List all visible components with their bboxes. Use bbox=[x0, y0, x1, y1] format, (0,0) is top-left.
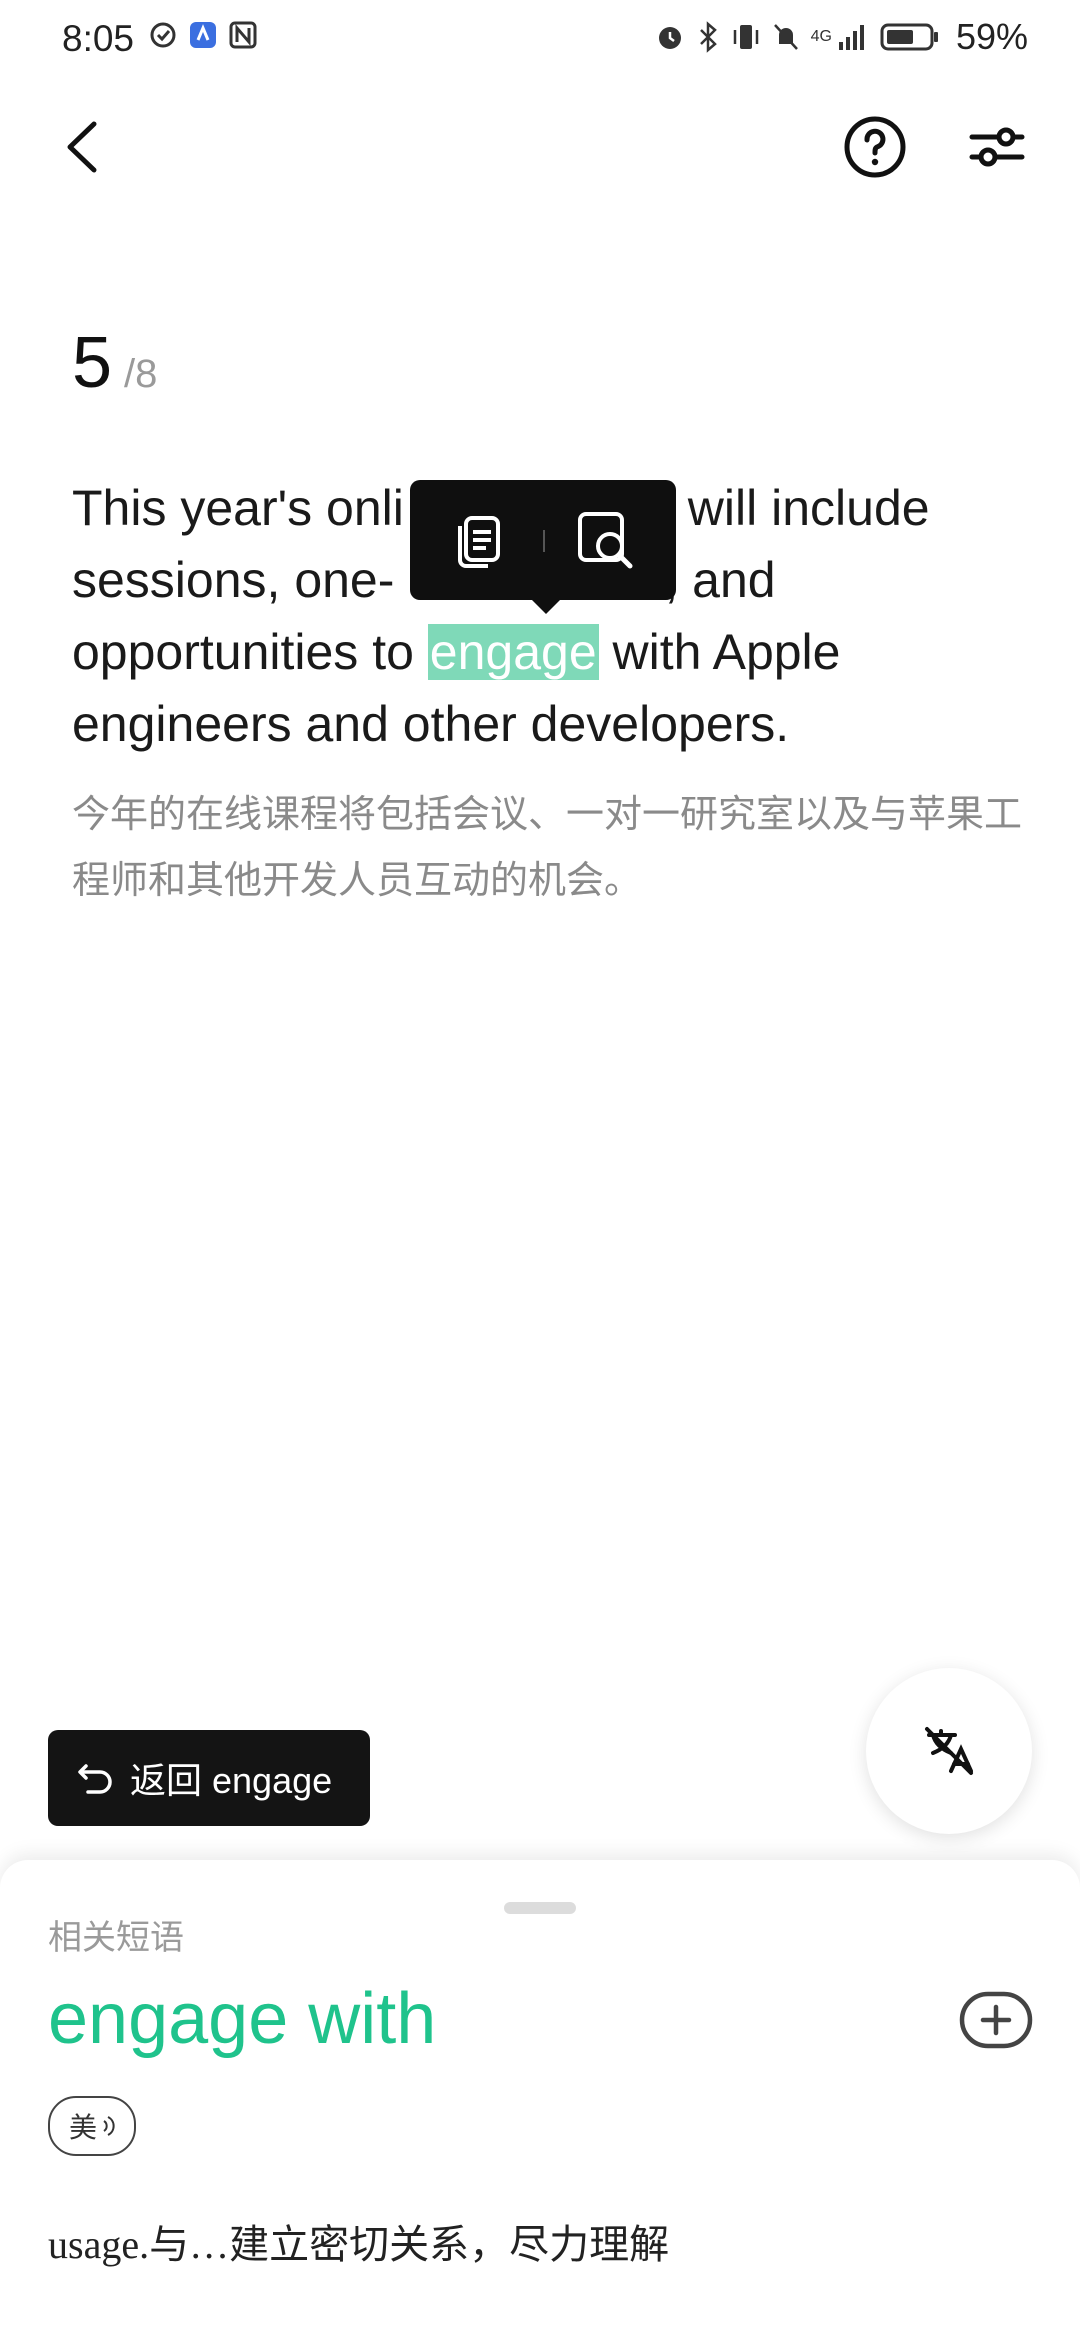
return-label: 返回 engage bbox=[130, 1760, 333, 1801]
sentence-text: opportunities to bbox=[72, 624, 428, 680]
phrase-definition: usage.与…建立密切关系，尽力理解 bbox=[48, 2222, 670, 2267]
battery-percent: 59% bbox=[955, 16, 1028, 57]
alarm-check-icon bbox=[150, 22, 176, 48]
battery-icon bbox=[880, 23, 938, 51]
copy-icon bbox=[458, 516, 500, 568]
app-badge-icon bbox=[190, 22, 216, 48]
lookup-button[interactable] bbox=[574, 508, 640, 574]
sentence-text: will include bbox=[673, 480, 930, 536]
section-label: 相关短语 bbox=[48, 1919, 184, 1957]
status-right-icons: 4G 59% bbox=[653, 16, 1028, 58]
sentence-text: , and bbox=[664, 552, 776, 608]
pronunciation-button[interactable]: 美 bbox=[48, 2096, 136, 2156]
bluetooth-icon bbox=[699, 21, 717, 53]
settings-button[interactable] bbox=[962, 112, 1032, 182]
back-button[interactable] bbox=[54, 112, 114, 182]
mute-icon bbox=[773, 24, 798, 50]
speaker-wave-icon bbox=[103, 2116, 115, 2136]
status-left-icons bbox=[148, 20, 258, 50]
phrase-title: engage with bbox=[48, 1979, 437, 2059]
toggle-translation-button[interactable] bbox=[866, 1668, 1032, 1834]
chevron-left-icon bbox=[67, 121, 97, 173]
selection-toolbar bbox=[410, 480, 676, 614]
sentence-text: sessions, one- bbox=[72, 552, 395, 608]
undo-icon bbox=[78, 1764, 112, 1794]
counter-current: 5 bbox=[72, 323, 113, 403]
pronunciation-label: 美 bbox=[68, 2112, 97, 2143]
add-to-wordbook-button[interactable] bbox=[958, 1990, 1034, 2050]
nfc-icon bbox=[229, 21, 257, 49]
sentence-line-4: engineers and other developers. bbox=[72, 696, 790, 752]
return-to-word-button[interactable]: 返回 engage bbox=[48, 1730, 370, 1826]
status-bar: 8:05 4G 59% bbox=[0, 0, 1080, 90]
vibrate-icon bbox=[733, 25, 758, 49]
sliders-icon bbox=[969, 127, 1025, 167]
help-button[interactable] bbox=[840, 112, 910, 182]
related-phrase-sheet: 相关短语 engage with 美 usage.与…建立密切关系，尽力理解 bbox=[0, 1860, 1080, 2340]
toolbar-divider bbox=[543, 530, 545, 552]
hide-translation-icon bbox=[925, 1727, 973, 1775]
highlighted-word[interactable]: engage bbox=[427, 624, 599, 680]
signal-icon bbox=[838, 25, 864, 50]
sentence-text: with Apple bbox=[598, 624, 841, 680]
lookup-search-icon bbox=[578, 512, 633, 569]
chinese-translation: 今年的在线课程将包括会议、一对一研究室以及与苹果工程师和其他开发人员互动的机会。 bbox=[72, 794, 1023, 902]
status-time: 8:05 bbox=[62, 18, 135, 59]
alarm-icon bbox=[658, 27, 681, 49]
plus-circle-icon bbox=[959, 1991, 1033, 2049]
network-label: 4G bbox=[810, 28, 832, 45]
sentence-line-3: opportunities to engage with Apple bbox=[72, 616, 1032, 688]
copy-button[interactable] bbox=[448, 510, 508, 570]
counter-total: /8 bbox=[124, 352, 158, 396]
sentence-counter: 5 /8 bbox=[72, 322, 157, 404]
sentence-text: This year's onli bbox=[72, 480, 404, 536]
sheet-drag-handle[interactable] bbox=[504, 1902, 576, 1914]
question-circle-icon bbox=[844, 116, 906, 178]
